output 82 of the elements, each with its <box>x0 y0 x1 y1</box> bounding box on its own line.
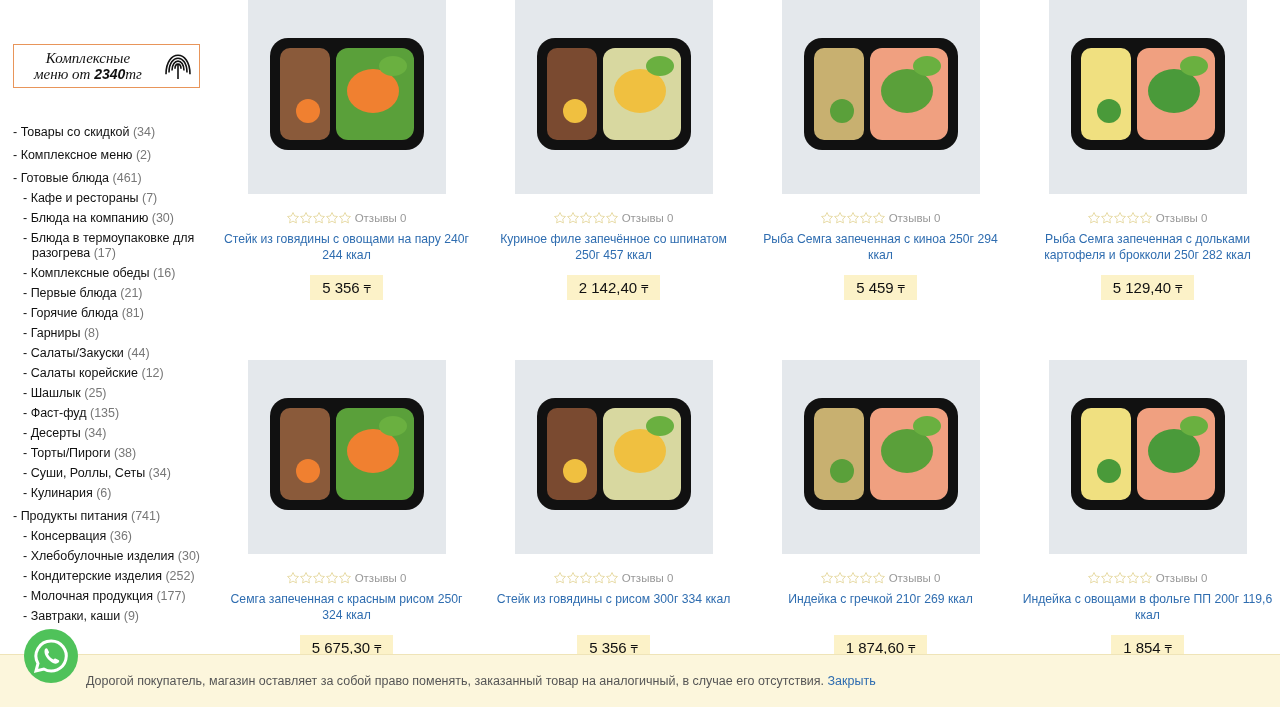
star-icon[interactable] <box>1113 212 1126 224</box>
star-icon[interactable] <box>859 572 872 584</box>
star-icon[interactable] <box>338 572 351 584</box>
star-icon[interactable] <box>592 572 605 584</box>
category-link[interactable]: - Товары со скидкой (34) <box>13 125 156 140</box>
product-title[interactable]: Рыба Семга запеченная с киноа 250г 294 ккал <box>755 231 1006 263</box>
product-title[interactable]: Куриное филе запечённое со шпинатом 250г 457 ккал <box>488 231 739 263</box>
category-link[interactable]: - Хлебобулочные изделия (30) <box>23 549 200 564</box>
star-icon[interactable] <box>566 572 579 584</box>
banner-title: Комплексные <box>44 50 132 66</box>
product-title[interactable]: Стейк из говядины с овощами на пару 240г 244 ккал <box>221 231 472 263</box>
category-link[interactable]: - Комплексные обеды (16) <box>23 266 176 281</box>
price-tag: 5 356 ₸ <box>310 275 383 300</box>
star-icon[interactable] <box>579 572 592 584</box>
category-link[interactable]: - Горячие блюда (81) <box>23 306 144 321</box>
star-icon[interactable] <box>605 572 618 584</box>
star-icon[interactable] <box>299 572 312 584</box>
star-icon[interactable] <box>579 212 592 224</box>
star-icon[interactable] <box>820 212 833 224</box>
star-icon[interactable] <box>286 212 299 224</box>
product-title[interactable]: Стейк из говядины с рисом 300г 334 ккал <box>488 591 739 623</box>
category-link[interactable]: - Салаты/Закуски (44) <box>23 346 150 361</box>
star-icon[interactable] <box>1087 572 1100 584</box>
product-title[interactable]: Индейка с овощами в фольге ПП 200г 119,6 ккал <box>1022 591 1273 623</box>
close-link[interactable]: Закрыть <box>827 674 876 688</box>
notice-text: Дорогой покупатель, магазин оставляет за собой право поменять, заказанный товар на аналогичный, в случае его отсутствия. Закрыть <box>86 674 876 688</box>
star-icon[interactable] <box>1126 212 1139 224</box>
category-link[interactable]: - Десерты (34) <box>23 426 107 441</box>
category-link[interactable]: - Салаты корейские (12) <box>23 366 164 381</box>
category-link[interactable]: - Блюда на компанию (30) <box>23 211 174 226</box>
star-icon[interactable] <box>1139 572 1152 584</box>
star-icon[interactable] <box>312 572 325 584</box>
star-icon[interactable] <box>553 572 566 584</box>
product-title[interactable]: Индейка с гречкой 210г 269 ккал <box>755 591 1006 623</box>
star-icon[interactable] <box>859 212 872 224</box>
category-link[interactable]: - Комплексное меню (2) <box>13 148 152 163</box>
star-icon[interactable] <box>820 572 833 584</box>
category-link[interactable]: - Продукты питания (741) <box>13 509 161 524</box>
category-link[interactable]: - Торты/Пироги (38) <box>23 446 137 461</box>
star-icon[interactable] <box>325 572 338 584</box>
category-link[interactable]: - Готовые блюда (461) <box>13 171 142 186</box>
star-icon[interactable] <box>312 212 325 224</box>
category-link[interactable]: - Гарниры (8) <box>23 326 100 341</box>
star-icon[interactable] <box>299 212 312 224</box>
star-icon[interactable] <box>846 572 859 584</box>
star-icon[interactable] <box>338 212 351 224</box>
category-link[interactable]: - Первые блюда (21) <box>23 286 143 301</box>
star-icon[interactable] <box>846 212 859 224</box>
star-icon[interactable] <box>872 212 885 224</box>
star-icon[interactable] <box>605 212 618 224</box>
star-icon[interactable] <box>1100 572 1113 584</box>
star-icon[interactable] <box>325 212 338 224</box>
star-icon[interactable] <box>286 572 299 584</box>
category-link[interactable]: - Кафе и рестораны (7) <box>23 191 158 206</box>
price-tag: 5 459 ₸ <box>844 275 917 300</box>
whatsapp-button[interactable] <box>24 629 78 683</box>
category-link[interactable]: - Кулинария (6) <box>23 486 112 501</box>
price-tag: 5 129,40 ₸ <box>1100 275 1195 300</box>
star-icon[interactable] <box>1126 572 1139 584</box>
star-icon[interactable] <box>833 572 846 584</box>
promo-banner[interactable]: Комплексные меню от 2340тг <box>13 44 200 88</box>
star-icon[interactable] <box>1087 212 1100 224</box>
price-tag: 2 142,40 ₸ <box>566 275 661 300</box>
star-icon[interactable] <box>592 212 605 224</box>
star-icon[interactable] <box>1113 572 1126 584</box>
category-link[interactable]: - Блюда в термоупаковке для разогрева (17) <box>23 231 207 261</box>
product-title[interactable]: Семга запеченная с красным рисом 250г 324 ккал <box>221 591 472 623</box>
category-link[interactable]: - Консервация (36) <box>23 529 132 544</box>
star-icon[interactable] <box>1100 212 1113 224</box>
star-icon[interactable] <box>833 212 846 224</box>
category-link[interactable]: - Молочная продукция (177) <box>23 589 186 604</box>
category-link[interactable]: - Кондитерские изделия (252) <box>23 569 195 584</box>
star-icon[interactable] <box>872 572 885 584</box>
star-icon[interactable] <box>566 212 579 224</box>
category-link[interactable]: - Шашлык (25) <box>23 386 107 401</box>
star-icon[interactable] <box>553 212 566 224</box>
category-link[interactable]: - Завтраки, каши (9) <box>23 609 139 624</box>
star-icon[interactable] <box>1139 212 1152 224</box>
category-link[interactable]: - Фаст-фуд (135) <box>23 406 120 421</box>
banner-price: меню от 2340тг <box>32 66 143 82</box>
category-link[interactable]: - Суши, Роллы, Сеты (34) <box>23 466 171 481</box>
product-title[interactable]: Рыба Семга запеченная с дольками картофеля и брокколи 250г 282 ккал <box>1022 231 1273 263</box>
